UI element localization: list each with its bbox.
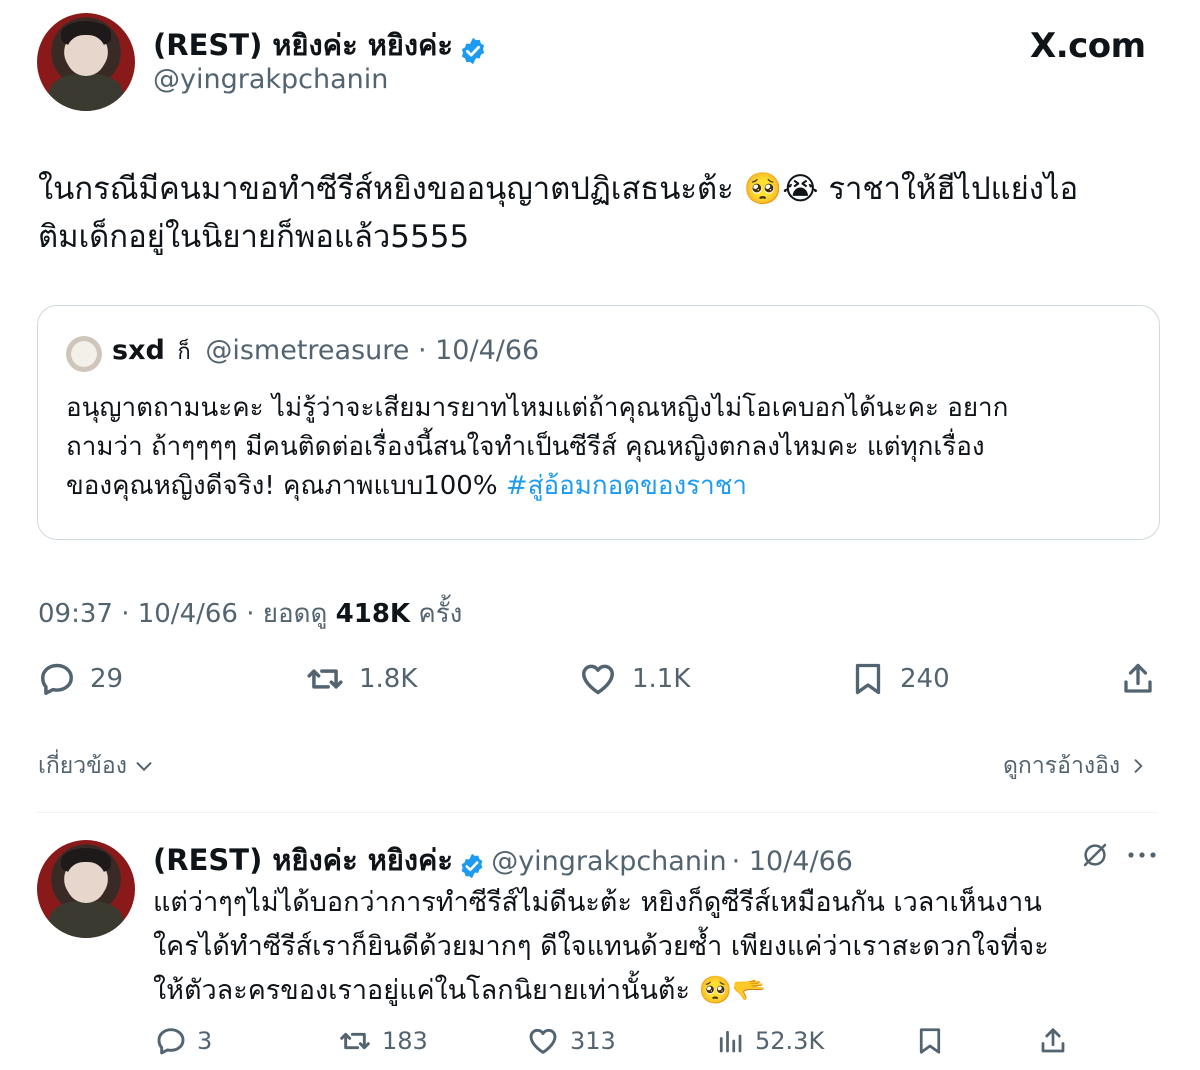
author-avatar[interactable] [37, 13, 135, 111]
quoted-text-line: อนุญาตถามนะคะ ไม่รู้ว่าจะเสียมารยาทไหมแต… [66, 393, 1009, 423]
tweet-timestamp[interactable]: 09:37 · 10/4/66 · ยอดดู [38, 599, 327, 629]
repost-button[interactable]: 1.8K [305, 660, 417, 698]
quoted-display-name[interactable]: sxd [112, 335, 165, 366]
share-button[interactable] [1120, 660, 1156, 698]
divider [37, 812, 1158, 813]
reply-button[interactable]: 29 [38, 660, 123, 698]
quoted-handle[interactable]: @ismetreasure [205, 335, 409, 366]
hashtag-link[interactable]: #สู่อ้อมกอดของราชา [506, 471, 747, 501]
chevron-right-icon [1134, 759, 1143, 773]
reply-like-button[interactable]: 313 [526, 1025, 616, 1057]
view-quotes-link[interactable]: ดูการอ้างอิง [1003, 748, 1148, 784]
reply-text-line: ใครได้ทำซีรีส์เราก็ยินดีด้วยมากๆ ดีใจแทน… [153, 931, 1049, 962]
reply-like-count: 313 [570, 1027, 616, 1055]
bookmark-icon [919, 1028, 941, 1054]
share-icon [1041, 1028, 1065, 1053]
reply-count: 29 [90, 664, 124, 694]
quoted-name-glyph: ก็ [177, 340, 191, 365]
heart-icon [529, 1028, 557, 1054]
bookmark-icon [855, 663, 881, 695]
verified-badge-icon [461, 853, 483, 878]
grok-icon[interactable] [1080, 840, 1110, 870]
quoted-avatar[interactable] [66, 336, 102, 372]
related-label: เกี่ยวข้อง [38, 753, 127, 779]
repost-icon [307, 669, 343, 689]
reply-date[interactable]: · 10/4/66 [732, 846, 853, 877]
heart-icon [582, 664, 614, 695]
reply-views-button[interactable]: 52.3K [715, 1025, 824, 1057]
reply-bookmark-button[interactable] [915, 1025, 945, 1057]
quoted-tweet-card[interactable]: sxd ก็ @ismetreasure · 10/4/66 อนุญาตถาม… [37, 305, 1160, 540]
quoted-text-line: ของคุณหญิงดีจริง! คุณภาพแบบ100% [66, 471, 498, 501]
repost-count: 1.8K [359, 664, 418, 694]
quoted-header: sxd ก็ @ismetreasure · 10/4/66 [112, 334, 539, 369]
tweet-text: ในกรณีมีคนมาขอทำซีรีส์หยิงขออนุญาตปฏิเสธ… [38, 165, 1163, 261]
quoted-date[interactable]: · 10/4/66 [418, 335, 539, 366]
more-options-icon[interactable] [1126, 846, 1158, 864]
reply-text-line: ให้ตัวละครของเราอยู่แค่ในโลกนิยายเท่านั้… [153, 975, 766, 1006]
reply-text-line: แต่ว่าๆๆไม่ได้บอกว่าการทำซีรีส์ไม่ดีนะต้… [153, 887, 1042, 918]
reply-repost-count: 183 [382, 1027, 428, 1055]
bookmark-button[interactable]: 240 [850, 660, 950, 698]
reply-repost-button[interactable]: 183 [338, 1025, 428, 1057]
reply-view-count: 52.3K [755, 1027, 825, 1055]
tweet-text-line: ในกรณีมีคนมาขอทำซีรีส์หยิงขออนุญาตปฏิเสธ… [38, 171, 1079, 207]
tweet-meta: 09:37 · 10/4/66 · ยอดดู 418K ครั้ง [38, 593, 462, 634]
reply-text: แต่ว่าๆๆไม่ได้บอกว่าการทำซีรีส์ไม่ดีนะต้… [153, 881, 1163, 1013]
related-toggle[interactable]: เกี่ยวข้อง [38, 748, 155, 784]
author-handle[interactable]: @yingrakpchanin [153, 64, 388, 95]
reply-header: (REST) หยิงค่ะ หยิงค่ะ @yingrakpchanin ·… [153, 837, 853, 883]
reply-handle[interactable]: @yingrakpchanin [491, 846, 726, 877]
reply-reply-button[interactable]: 3 [155, 1025, 212, 1057]
reply-icon [41, 663, 73, 695]
reply-display-name[interactable]: (REST) หยิงค่ะ หยิงค่ะ [153, 843, 453, 877]
views-chart-icon [719, 1030, 742, 1053]
bookmark-count: 240 [900, 664, 950, 694]
reply-icon [157, 1028, 185, 1055]
author-name-row[interactable]: (REST) หยิงค่ะ หยิงค่ะ [153, 22, 488, 68]
tweet-text-line: ติมเด็กอยู่ในนิยายก็พอแล้ว5555 [38, 219, 470, 255]
reply-author-avatar[interactable] [37, 840, 135, 938]
repost-icon [340, 1032, 370, 1050]
quoted-text: อนุญาตถามนะคะ ไม่รู้ว่าจะเสียมารยาทไหมแต… [66, 389, 1146, 506]
view-count: 418K [335, 599, 411, 629]
view-quotes-label: ดูการอ้างอิง [1003, 753, 1121, 779]
author-display-name[interactable]: (REST) หยิงค่ะ หยิงค่ะ [153, 28, 453, 62]
view-count-suffix: ครั้ง [418, 599, 463, 629]
share-icon [1124, 663, 1152, 693]
chevron-down-icon [136, 762, 152, 772]
like-count: 1.1K [632, 664, 691, 694]
x-logo[interactable]: X.com [1030, 26, 1146, 66]
verified-badge-icon [461, 37, 485, 64]
reply-share-button[interactable] [1038, 1025, 1068, 1057]
reply-reply-count: 3 [197, 1027, 213, 1055]
quoted-text-line: ถามว่า ถ้าๆๆๆๆ มีคนติดต่อเรื่องนี้สนใจทำ… [66, 432, 985, 462]
like-button[interactable]: 1.1K [578, 660, 690, 698]
